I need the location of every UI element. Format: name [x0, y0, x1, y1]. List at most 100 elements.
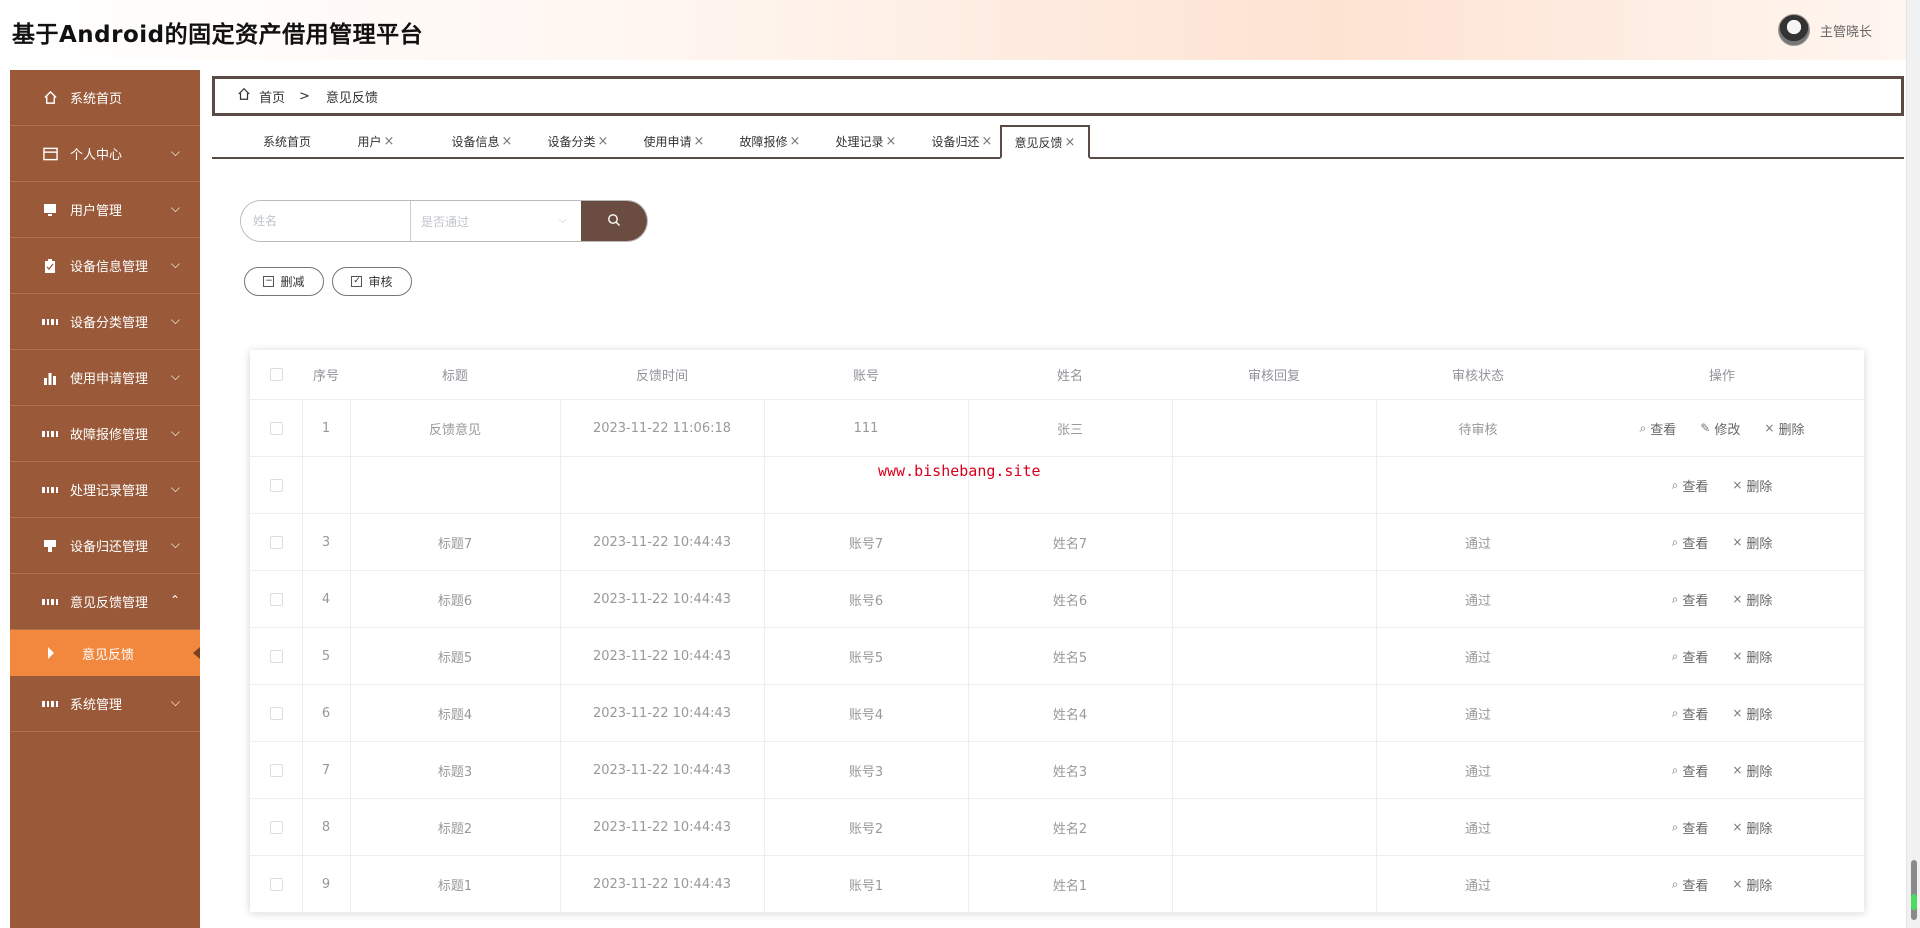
close-icon[interactable]: × [790, 134, 801, 149]
row-select-cell[interactable] [250, 685, 302, 741]
view-button[interactable]: ⌕ 查看 [1672, 875, 1709, 894]
select-all-checkbox[interactable] [269, 368, 283, 381]
row-select-cell[interactable] [250, 400, 302, 456]
row-checkbox[interactable] [269, 649, 283, 663]
watermark: www.bishebang.site [878, 462, 1041, 480]
sidebar-item-device-info[interactable]: 设备信息管理 ⌵ [10, 238, 200, 294]
view-button[interactable]: ⌕ 查看 [1672, 647, 1709, 666]
tab-fault-repair[interactable]: 故障报修 × [730, 125, 810, 157]
sidebar-item-users[interactable]: 用户管理 ⌵ [10, 182, 200, 238]
delete-row-button[interactable]: × 删除 [1732, 590, 1772, 609]
chevron-down-icon: ⌵ [170, 201, 180, 215]
scrollbar-thumb[interactable] [1911, 860, 1917, 920]
tab-feedback[interactable]: 意见反馈 × [1000, 125, 1090, 159]
tab-users[interactable]: 用户 × [346, 125, 406, 157]
tab-usage-request[interactable]: 使用申请 × [634, 125, 714, 157]
sidebar-item-feedback-management[interactable]: 意见反馈管理 ⌃ [10, 574, 200, 630]
row-select-cell[interactable] [250, 799, 302, 855]
tab-device-info[interactable]: 设备信息 × [442, 125, 522, 157]
search-icon: ⌕ [1671, 705, 1679, 720]
close-icon[interactable]: × [886, 134, 897, 149]
delete-row-button[interactable]: × 删除 [1732, 647, 1772, 666]
sidebar-item-profile[interactable]: 个人中心 ⌵ [10, 126, 200, 182]
search-icon: ⌕ [1671, 534, 1679, 549]
op-label: 查看 [1650, 422, 1677, 438]
delete-row-button[interactable]: × 删除 [1732, 761, 1772, 780]
sidebar-item-fault-repair[interactable]: 故障报修管理 ⌵ [10, 406, 200, 462]
select-all-cell[interactable] [250, 350, 302, 399]
cell-reply [1172, 571, 1376, 627]
row-select-cell[interactable] [250, 742, 302, 798]
user-name[interactable]: 主管晓长 [1820, 21, 1872, 40]
breadcrumb-home[interactable]: 首页 [259, 87, 285, 106]
home-icon[interactable] [237, 87, 251, 105]
row-checkbox[interactable] [269, 478, 283, 492]
avatar[interactable] [1777, 14, 1810, 46]
view-button[interactable]: ⌕ 查看 [1672, 761, 1709, 780]
close-icon: × [1732, 820, 1743, 834]
sidebar-item-home[interactable]: 系统首页 [10, 70, 200, 126]
view-button[interactable]: ⌕ 查看 [1640, 419, 1677, 438]
row-checkbox[interactable] [269, 421, 283, 435]
cell-account: 账号3 [848, 764, 884, 780]
scrollbar[interactable] [1906, 0, 1920, 928]
sidebar-item-device-category[interactable]: 设备分类管理 ⌵ [10, 294, 200, 350]
delete-row-button[interactable]: × 删除 [1764, 419, 1804, 438]
close-icon[interactable]: × [1065, 135, 1076, 150]
delete-row-button[interactable]: × 删除 [1732, 476, 1772, 495]
grid-icon [42, 482, 58, 498]
row-select-cell[interactable] [250, 571, 302, 627]
close-icon[interactable]: × [598, 134, 609, 149]
row-checkbox[interactable] [269, 877, 283, 891]
view-button[interactable]: ⌕ 查看 [1672, 818, 1709, 837]
sidebar-item-device-return[interactable]: 设备归还管理 ⌵ [10, 518, 200, 574]
row-checkbox[interactable] [269, 820, 283, 834]
audit-button[interactable]: ✓ 审核 [332, 267, 412, 296]
delete-row-button[interactable]: × 删除 [1732, 818, 1772, 837]
row-select-cell[interactable] [250, 457, 302, 513]
column-header: 序号 [312, 369, 339, 384]
close-icon[interactable]: × [982, 134, 993, 149]
row-select-cell[interactable] [250, 514, 302, 570]
cell-name: 姓名4 [1052, 707, 1088, 723]
view-button[interactable]: ⌕ 查看 [1672, 476, 1709, 495]
delete-row-button[interactable]: × 删除 [1732, 875, 1772, 894]
cell-operations: ⌕ 查看 × 删除 [1580, 856, 1864, 912]
edit-button[interactable]: ✎ 修改 [1700, 419, 1740, 438]
delete-button-label: 删减 [280, 275, 305, 289]
tab-device-category[interactable]: 设备分类 × [538, 125, 618, 157]
tab-home[interactable]: 系统首页 [248, 125, 326, 157]
view-button[interactable]: ⌕ 查看 [1672, 590, 1709, 609]
op-label: 删除 [1746, 764, 1773, 780]
row-checkbox[interactable] [269, 706, 283, 720]
tab-label: 使用申请 [643, 134, 692, 149]
delete-row-button[interactable]: × 删除 [1732, 533, 1772, 552]
sidebar-item-usage-request[interactable]: 使用申请管理 ⌵ [10, 350, 200, 406]
tab-handling-record[interactable]: 处理记录 × [826, 125, 906, 157]
row-checkbox[interactable] [269, 535, 283, 549]
view-button[interactable]: ⌕ 查看 [1672, 704, 1709, 723]
sidebar-item-handling-record[interactable]: 处理记录管理 ⌵ [10, 462, 200, 518]
table-row: ⌕ 查看 × 删除 [250, 457, 1864, 514]
chevron-down-icon: ⌵ [170, 145, 180, 159]
view-button[interactable]: ⌕ 查看 [1672, 533, 1709, 552]
row-select-cell[interactable] [250, 628, 302, 684]
feedback-table: 序号 标题 反馈时间 账号 姓名 审核回复 审核状态 操作 1 反馈意见 2023-… [250, 350, 1864, 913]
name-search-input[interactable] [241, 201, 411, 241]
close-icon[interactable]: × [384, 134, 395, 149]
close-icon[interactable]: × [694, 134, 705, 149]
approval-status-select[interactable]: 是否通过 ⌵ [411, 201, 581, 241]
breadcrumb-separator: > [299, 88, 310, 104]
sidebar-item-system-management[interactable]: 系统管理 ⌵ [10, 676, 200, 732]
sidebar-subitem-feedback[interactable]: 意见反馈 [10, 630, 200, 676]
delete-button[interactable]: − 删减 [244, 267, 324, 296]
delete-row-button[interactable]: × 删除 [1732, 704, 1772, 723]
table-row: 1 反馈意见 2023-11-22 11:06:18 111 张三 待审核 ⌕ 查看 ✎ 修改 × 删… [250, 400, 1864, 457]
user-box[interactable]: 主管晓长 [1777, 14, 1872, 46]
row-checkbox[interactable] [269, 763, 283, 777]
close-icon[interactable]: × [502, 134, 513, 149]
tab-device-return[interactable]: 设备归还 × [922, 125, 1002, 157]
row-checkbox[interactable] [269, 592, 283, 606]
search-button[interactable] [581, 201, 647, 241]
row-select-cell[interactable] [250, 856, 302, 912]
